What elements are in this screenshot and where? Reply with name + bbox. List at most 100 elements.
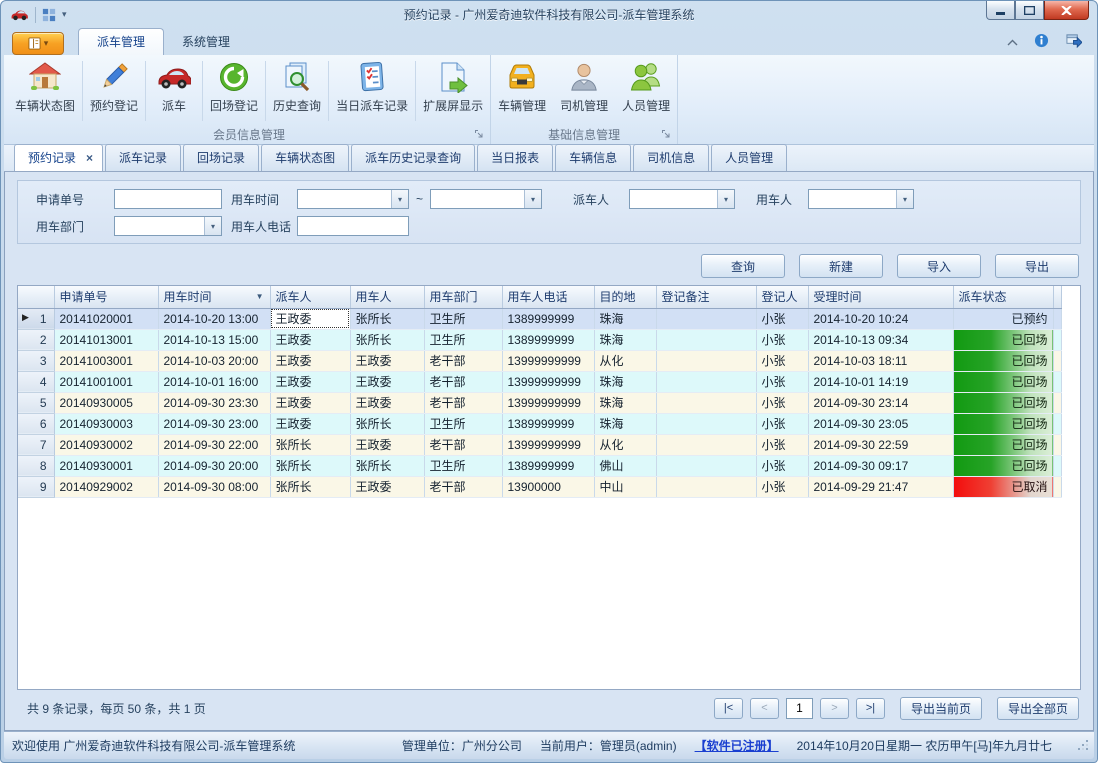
cell-order-no[interactable]: 20140929002 <box>54 476 158 497</box>
cell-use-time[interactable]: 2014-09-30 23:00 <box>158 413 270 434</box>
cell-registrar[interactable]: 小张 <box>756 434 808 455</box>
cell-order-no[interactable]: 20140930003 <box>54 413 158 434</box>
cell-order-no[interactable]: 20141020001 <box>54 308 158 329</box>
department-select[interactable]: ▾ <box>114 216 222 236</box>
cell-department[interactable]: 老干部 <box>424 434 502 455</box>
cell-register-note[interactable] <box>656 476 756 497</box>
cell-dispatch-status[interactable]: 已预约 <box>953 308 1053 329</box>
dispatcher-select[interactable]: ▾ <box>629 189 735 209</box>
dialog-launcher-icon[interactable] <box>661 129 673 141</box>
close-button[interactable] <box>1044 1 1089 20</box>
row-header-cell[interactable]: ▶1 <box>18 308 54 329</box>
cell-user-phone[interactable]: 13999999999 <box>502 392 594 413</box>
cell-accept-time[interactable]: 2014-10-13 09:34 <box>808 329 953 350</box>
cell-user-phone[interactable]: 1389999999 <box>502 455 594 476</box>
cell-order-no[interactable]: 20140930001 <box>54 455 158 476</box>
quick-access-dropdown-icon[interactable]: ▾ <box>62 9 67 20</box>
table-row[interactable]: 7 20140930002 2014-09-30 22:00 张所长 王政委 老… <box>18 434 1061 455</box>
cell-car-user[interactable]: 张所长 <box>350 455 424 476</box>
ribbon-tab-system[interactable]: 系统管理 <box>164 29 248 55</box>
collapse-ribbon-icon[interactable] <box>1007 35 1018 49</box>
cell-accept-time[interactable]: 2014-09-30 09:17 <box>808 455 953 476</box>
table-row[interactable]: 6 20140930003 2014-09-30 23:00 王政委 张所长 卫… <box>18 413 1061 434</box>
row-header-cell[interactable]: 5 <box>18 392 54 413</box>
cell-destination[interactable]: 佛山 <box>594 455 656 476</box>
cell-use-time[interactable]: 2014-09-30 22:00 <box>158 434 270 455</box>
cell-dispatch-status[interactable]: 已取消 <box>953 476 1053 497</box>
cell-destination[interactable]: 珠海 <box>594 392 656 413</box>
first-page-button[interactable]: |< <box>714 698 743 719</box>
cell-use-time[interactable]: 2014-10-01 16:00 <box>158 371 270 392</box>
tab-dispatch-records[interactable]: 派车记录 <box>105 144 181 171</box>
table-row[interactable]: 9 20140929002 2014-09-30 08:00 张所长 王政委 老… <box>18 476 1061 497</box>
column-header-dispatcher[interactable]: 派车人 <box>270 286 350 308</box>
cell-registrar[interactable]: 小张 <box>756 329 808 350</box>
cell-order-no[interactable]: 20140930005 <box>54 392 158 413</box>
cell-register-note[interactable] <box>656 392 756 413</box>
cell-order-no[interactable]: 20140930002 <box>54 434 158 455</box>
column-header-use-time[interactable]: 用车时间▼ <box>158 286 270 308</box>
row-header-cell[interactable]: 3 <box>18 350 54 371</box>
cell-dispatch-status[interactable]: 已回场 <box>953 350 1053 371</box>
dropdown-arrow-icon[interactable]: ▾ <box>204 217 221 235</box>
cell-dispatcher[interactable]: 王政委 <box>270 329 350 350</box>
minimize-button[interactable] <box>986 1 1015 20</box>
cell-dispatch-status[interactable]: 已回场 <box>953 455 1053 476</box>
tab-return-records[interactable]: 回场记录 <box>183 144 259 171</box>
row-header-cell[interactable]: 7 <box>18 434 54 455</box>
cell-accept-time[interactable]: 2014-09-30 23:05 <box>808 413 953 434</box>
cell-dispatcher[interactable]: 王政委 <box>270 413 350 434</box>
car-user-select[interactable]: ▾ <box>808 189 914 209</box>
cell-department[interactable]: 老干部 <box>424 392 502 413</box>
cell-accept-time[interactable]: 2014-10-01 14:19 <box>808 371 953 392</box>
cell-destination[interactable]: 从化 <box>594 434 656 455</box>
cell-dispatcher[interactable]: 张所长 <box>270 434 350 455</box>
cell-car-user[interactable]: 王政委 <box>350 476 424 497</box>
column-header-register-note[interactable]: 登记备注 <box>656 286 756 308</box>
history-query-button[interactable]: 历史查询 <box>266 57 328 125</box>
cell-dispatch-status[interactable]: 已回场 <box>953 329 1053 350</box>
cell-department[interactable]: 老干部 <box>424 476 502 497</box>
cell-user-phone[interactable]: 13999999999 <box>502 350 594 371</box>
export-current-page-button[interactable]: 导出当前页 <box>900 697 982 720</box>
table-row[interactable]: 3 20141003001 2014-10-03 20:00 王政委 王政委 老… <box>18 350 1061 371</box>
use-time-from-select[interactable]: ▾ <box>297 189 409 209</box>
cell-registrar[interactable]: 小张 <box>756 392 808 413</box>
export-button[interactable]: 导出 <box>995 254 1079 278</box>
cell-register-note[interactable] <box>656 350 756 371</box>
row-header-cell[interactable]: 8 <box>18 455 54 476</box>
cell-car-user[interactable]: 张所长 <box>350 329 424 350</box>
next-page-button[interactable]: > <box>820 698 849 719</box>
extend-screen-button[interactable]: 扩展屏显示 <box>416 57 490 125</box>
cell-dispatcher[interactable]: 张所长 <box>270 455 350 476</box>
cell-dispatcher[interactable]: 王政委 <box>270 371 350 392</box>
daily-dispatch-record-button[interactable]: 当日派车记录 <box>329 57 415 125</box>
cell-department[interactable]: 卫生所 <box>424 455 502 476</box>
table-row[interactable]: 4 20141001001 2014-10-01 16:00 王政委 王政委 老… <box>18 371 1061 392</box>
cell-user-phone[interactable]: 1389999999 <box>502 329 594 350</box>
cell-accept-time[interactable]: 2014-10-20 10:24 <box>808 308 953 329</box>
table-row[interactable]: 5 20140930005 2014-09-30 23:30 王政委 王政委 老… <box>18 392 1061 413</box>
use-time-to-select[interactable]: ▾ <box>430 189 542 209</box>
row-header-cell[interactable]: 6 <box>18 413 54 434</box>
cell-destination[interactable]: 珠海 <box>594 371 656 392</box>
cell-accept-time[interactable]: 2014-09-30 23:14 <box>808 392 953 413</box>
dropdown-arrow-icon[interactable]: ▾ <box>391 190 408 208</box>
cell-accept-time[interactable]: 2014-09-30 22:59 <box>808 434 953 455</box>
cell-accept-time[interactable]: 2014-09-29 21:47 <box>808 476 953 497</box>
license-status-link[interactable]: 【软件已注册】 <box>695 737 779 754</box>
tab-driver-info[interactable]: 司机信息 <box>633 144 709 171</box>
import-button[interactable]: 导入 <box>897 254 981 278</box>
last-page-button[interactable]: >| <box>856 698 885 719</box>
row-header-cell[interactable]: 2 <box>18 329 54 350</box>
column-header-department[interactable]: 用车部门 <box>424 286 502 308</box>
cell-dispatcher[interactable]: 王政委 <box>270 392 350 413</box>
app-menu-button[interactable]: ▾ <box>12 32 64 55</box>
column-header-accept-time[interactable]: 受理时间 <box>808 286 953 308</box>
help-icon[interactable] <box>1034 33 1049 51</box>
tab-personnel-manage[interactable]: 人员管理 <box>711 144 787 171</box>
cell-destination[interactable]: 中山 <box>594 476 656 497</box>
cell-car-user[interactable]: 王政委 <box>350 350 424 371</box>
cell-use-time[interactable]: 2014-09-30 20:00 <box>158 455 270 476</box>
vehicle-manage-button[interactable]: 车辆管理 <box>491 57 553 125</box>
